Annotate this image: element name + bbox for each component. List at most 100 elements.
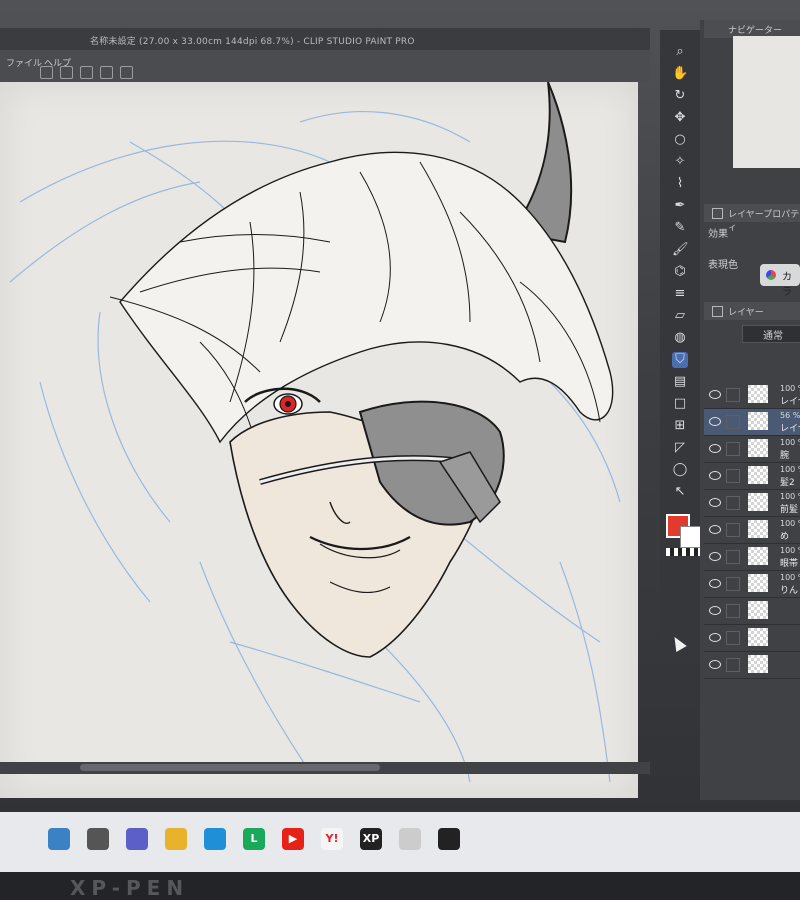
- eye-icon[interactable]: [709, 471, 721, 480]
- youtube-icon[interactable]: ▶: [282, 828, 304, 850]
- monitor-bezel: XP-PEN: [0, 872, 800, 900]
- pen-icon[interactable]: ✒: [672, 198, 688, 214]
- layer-property-header: レイヤープロパティ: [704, 204, 800, 233]
- brush-icon[interactable]: 🖌: [672, 242, 689, 258]
- xppen-icon[interactable]: XP: [360, 828, 382, 850]
- select-all-icon[interactable]: [120, 66, 133, 79]
- eye-icon[interactable]: [709, 660, 721, 669]
- layer-row[interactable]: 100 % 髪2: [704, 463, 800, 490]
- layer-lock-slot[interactable]: [726, 604, 740, 618]
- layer-thumbnail: [748, 385, 768, 403]
- layer-row[interactable]: [704, 652, 800, 679]
- clear-icon[interactable]: [80, 66, 93, 79]
- layer-opacity: 100 %: [780, 384, 800, 393]
- csp-icon[interactable]: [438, 828, 460, 850]
- redo-icon[interactable]: [60, 66, 73, 79]
- window-title: 名称未設定 (27.00 x 33.00cm 144dpi 68.7%) - C…: [90, 37, 415, 47]
- hand-icon[interactable]: ✋: [672, 66, 688, 82]
- eye-icon[interactable]: [709, 444, 721, 453]
- ruler-icon[interactable]: ◸: [672, 440, 688, 456]
- eye-icon[interactable]: [709, 525, 721, 534]
- layer-row[interactable]: [704, 625, 800, 652]
- blend-icon[interactable]: ◍: [672, 330, 688, 346]
- layer-lock-slot[interactable]: [726, 523, 740, 537]
- layer-name: レイヤー: [780, 397, 800, 407]
- transform-icon[interactable]: [100, 66, 113, 79]
- rotate-icon[interactable]: ↻: [672, 88, 688, 104]
- layer-lock-slot[interactable]: [726, 550, 740, 564]
- spiral-icon[interactable]: [399, 828, 421, 850]
- layer-row[interactable]: 100 % 前髪: [704, 490, 800, 517]
- gradient-icon[interactable]: ▤: [672, 374, 688, 390]
- sub-color-swatch[interactable]: [680, 526, 702, 548]
- transparent-color-swatch[interactable]: [666, 548, 700, 556]
- eye-icon[interactable]: [709, 390, 721, 399]
- layer-thumbnail: [748, 574, 768, 592]
- wand-icon[interactable]: ✧: [672, 154, 688, 170]
- layer-lock-slot[interactable]: [726, 496, 740, 510]
- layer-lock-slot[interactable]: [726, 577, 740, 591]
- eye-icon[interactable]: [709, 417, 721, 426]
- effect-label: 効果: [708, 229, 728, 240]
- blend-mode-select[interactable]: 通常: [742, 325, 800, 343]
- layer-lock-slot[interactable]: [726, 415, 740, 429]
- fill-icon[interactable]: ⛉: [672, 352, 688, 368]
- eraser-icon[interactable]: ▱: [672, 308, 688, 324]
- eyedropper-icon[interactable]: ⌇: [672, 176, 688, 192]
- eye-icon[interactable]: [709, 606, 721, 615]
- menu-bar: ファイル ヘルプ: [0, 50, 650, 82]
- layer-row[interactable]: [704, 598, 800, 625]
- title-bar: 名称未設定 (27.00 x 33.00cm 144dpi 68.7%) - C…: [0, 28, 650, 50]
- eye-icon[interactable]: [709, 579, 721, 588]
- layer-thumbnail: [748, 466, 768, 484]
- layer-row[interactable]: 100 % りん: [704, 571, 800, 598]
- airbrush-icon[interactable]: ⌬: [672, 264, 688, 280]
- correct-line-icon[interactable]: ↖: [672, 484, 688, 500]
- zoom-icon[interactable]: ⌕: [672, 44, 688, 60]
- pencil-icon[interactable]: ✎: [672, 220, 688, 236]
- figure-icon[interactable]: □: [672, 396, 688, 412]
- drawing-canvas[interactable]: [0, 82, 638, 798]
- explorer-icon[interactable]: [165, 828, 187, 850]
- layer-row[interactable]: 100 % 眼帯: [704, 544, 800, 571]
- eye-icon[interactable]: [709, 633, 721, 642]
- navigator-thumbnail[interactable]: [733, 36, 800, 168]
- layer-row[interactable]: 100 % 腕: [704, 436, 800, 463]
- layer-panel-title: レイヤー: [728, 308, 764, 318]
- layer-row[interactable]: 100 % レイヤー: [704, 382, 800, 409]
- layer-opacity: 100 %: [780, 546, 800, 555]
- layer-lock-slot[interactable]: [726, 469, 740, 483]
- eye-icon[interactable]: [709, 552, 721, 561]
- layer-lock-slot[interactable]: [726, 658, 740, 672]
- frame-icon[interactable]: ⊞: [672, 418, 688, 434]
- eye-icon[interactable]: [709, 498, 721, 507]
- layer-name: りん: [780, 586, 799, 596]
- layer-row[interactable]: 56 % レイヤー: [704, 409, 800, 436]
- horizontal-scrollbar[interactable]: [0, 762, 650, 774]
- edge-icon[interactable]: [204, 828, 226, 850]
- layer-thumbnail: [748, 547, 768, 565]
- undo-icon[interactable]: [40, 66, 53, 79]
- layer-thumbnail: [748, 439, 768, 457]
- chat-icon[interactable]: [126, 828, 148, 850]
- expression-color-button[interactable]: カラー: [760, 264, 800, 313]
- yahoo-icon[interactable]: Y!: [321, 828, 343, 850]
- scroll-thumb[interactable]: [80, 764, 380, 771]
- layer-lock-slot[interactable]: [726, 442, 740, 456]
- move-icon[interactable]: ✥: [672, 110, 688, 126]
- layer-lock-slot[interactable]: [726, 631, 740, 645]
- taskview-icon[interactable]: [87, 828, 109, 850]
- menu-file[interactable]: ファイル: [6, 56, 42, 69]
- layer-name: め: [780, 532, 790, 542]
- lasso-icon[interactable]: ○: [672, 132, 688, 148]
- decoration-icon[interactable]: ≡: [672, 286, 688, 302]
- search-icon[interactable]: [48, 828, 70, 850]
- layer-row[interactable]: 100 % め: [704, 517, 800, 544]
- balloon-icon[interactable]: ◯: [672, 462, 688, 478]
- layer-property-icon: [712, 208, 723, 219]
- layer-lock-slot[interactable]: [726, 388, 740, 402]
- line-icon[interactable]: L: [243, 828, 265, 850]
- layer-name: 眼帯: [780, 559, 799, 569]
- layer-opacity: 100 %: [780, 519, 800, 528]
- layer-name: 髪2: [780, 478, 795, 488]
